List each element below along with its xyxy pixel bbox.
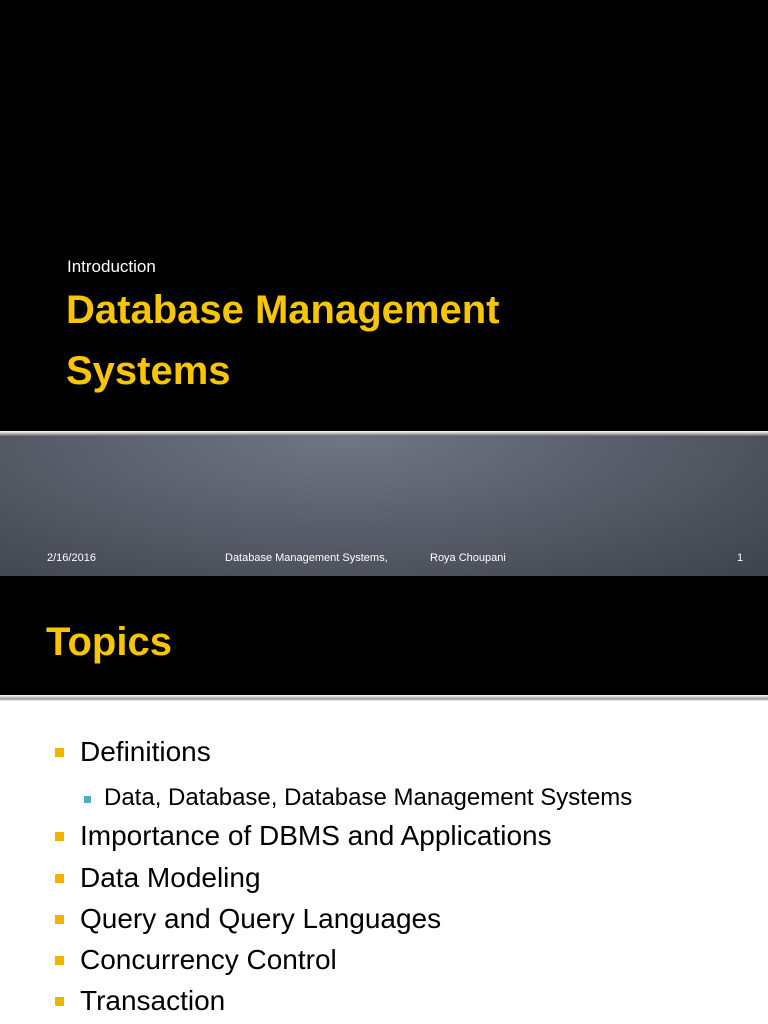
bullet-icon (55, 832, 64, 841)
footer-author: Roya Choupani (430, 552, 506, 564)
bullet-icon (55, 874, 64, 883)
bullet-item: Data Modeling (80, 862, 261, 893)
bullet-item: Concurrency Control (80, 944, 337, 975)
footer-date: 2/16/2016 (47, 552, 96, 564)
bullet-icon (55, 915, 64, 924)
footer-page-number: 1 (737, 552, 744, 564)
slide-title-line2: Systems (66, 349, 231, 393)
sub-bullet-item: Data, Database, Database Management Syst… (104, 784, 633, 811)
bullet-item: Transaction (80, 985, 226, 1016)
bullet-item: Definitions (80, 736, 211, 767)
footer-course: Database Management Systems, (225, 552, 388, 564)
divider (0, 695, 768, 701)
bullet-icon (55, 956, 64, 965)
bullet-item: Importance of DBMS and Applications (80, 820, 552, 851)
sub-bullet-icon (84, 796, 91, 803)
bullet-icon (55, 997, 64, 1006)
bullet-item: Query and Query Languages (80, 903, 442, 934)
topics-title: Topics (46, 620, 172, 664)
slide-subtitle: Introduction (67, 257, 156, 276)
bullet-icon (55, 748, 64, 757)
slide-title-line1: Database Management (66, 288, 500, 332)
